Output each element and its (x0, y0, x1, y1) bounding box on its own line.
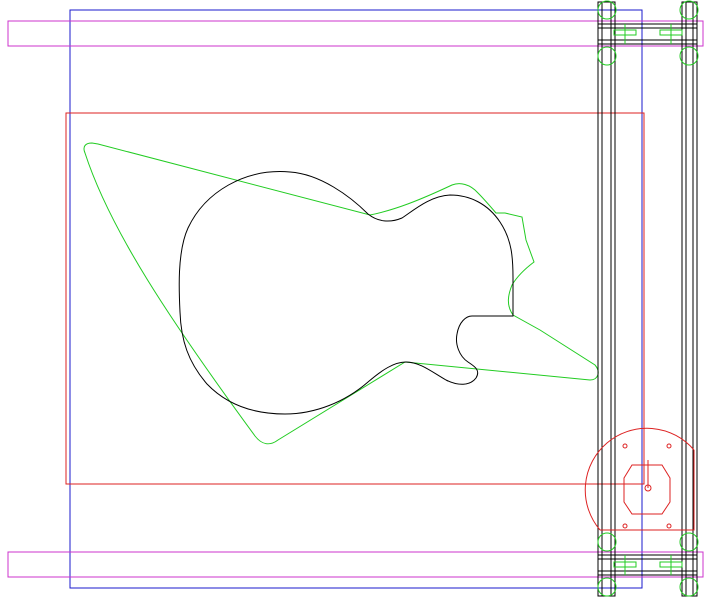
clamps (597, 0, 699, 597)
bottom-rail (7, 551, 704, 578)
work-area (65, 112, 645, 485)
gantry (597, 1, 698, 597)
cad-drawing[interactable] (0, 0, 708, 600)
cad-canvas[interactable] (0, 0, 708, 600)
guitar-body-outline (178, 171, 514, 415)
guitar-template (83, 142, 599, 445)
table-frame (69, 9, 643, 589)
top-rail (7, 20, 704, 47)
